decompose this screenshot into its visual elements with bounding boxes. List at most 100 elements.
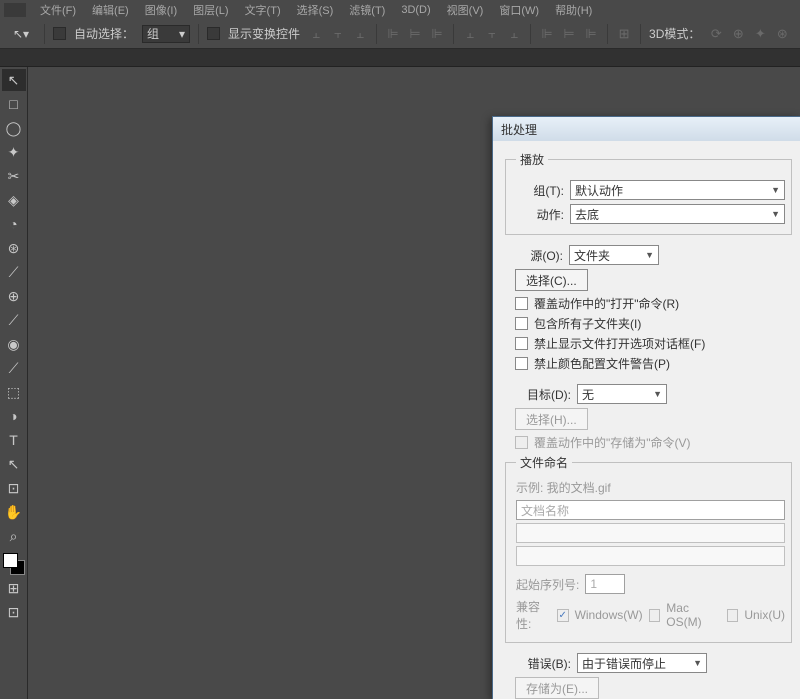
source-choose-button[interactable]: 选择(C)... — [515, 269, 588, 291]
suppress-color-checkbox[interactable] — [515, 357, 528, 370]
naming-field-2 — [516, 523, 785, 543]
shape-tool[interactable]: ⊡ — [2, 477, 26, 499]
menu-layer[interactable]: 图层(L) — [185, 2, 236, 18]
compat-windows-checkbox: ✓ — [557, 609, 569, 622]
pen-tool[interactable]: ◑ — [2, 405, 26, 427]
align-bottom-icon[interactable]: ⫠ — [352, 26, 368, 42]
divider — [607, 24, 608, 44]
stamp-tool[interactable]: ⟋ — [2, 261, 26, 283]
show-transform-checkbox[interactable] — [207, 27, 220, 40]
menu-3d[interactable]: 3D(D) — [393, 4, 438, 16]
play-legend: 播放 — [516, 151, 548, 168]
dist-top-icon[interactable]: ⫠ — [462, 26, 478, 42]
magic-wand-tool[interactable]: ✦ — [2, 141, 26, 163]
auto-select-checkbox[interactable] — [53, 27, 66, 40]
eyedropper-tool[interactable]: ◈ — [2, 189, 26, 211]
target-combo[interactable]: 无▼ — [577, 384, 667, 404]
3d-scale-icon[interactable]: ⊛ — [774, 26, 790, 42]
quick-mask-tool[interactable]: ⊞ — [2, 577, 26, 599]
suppress-open-checkbox[interactable] — [515, 337, 528, 350]
tools-panel: ↖ □ ◯ ✦ ✂ ◈ ◔ ⊛ ⟋ ⊕ ⟋ ◉ ⟋ ⬚ ◑ T ↖ ⊡ ✋ ⌕ … — [0, 67, 28, 699]
align-right-icon[interactable]: ⊫ — [429, 26, 445, 42]
align-icons: ⫠ ⫟ ⫠ — [308, 26, 368, 42]
dist-right-icon[interactable]: ⊫ — [583, 26, 599, 42]
auto-select-combo[interactable]: 组▾ — [142, 25, 190, 43]
action-combo[interactable]: 去底▼ — [570, 204, 785, 224]
source-combo[interactable]: 文件夹▼ — [569, 245, 659, 265]
set-label: 组(T): — [516, 182, 564, 199]
3d-pan-icon[interactable]: ⊕ — [730, 26, 746, 42]
brush-tool[interactable]: ⊛ — [2, 237, 26, 259]
menu-image[interactable]: 图像(I) — [137, 2, 185, 18]
foreground-color[interactable] — [3, 553, 18, 568]
menu-select[interactable]: 选择(S) — [289, 2, 342, 18]
options-bar: ↖▾ 自动选择： 组▾ 显示变换控件 ⫠ ⫟ ⫠ ⊫ ⊨ ⊫ ⫠ ⫟ ⫠ ⊫ ⊨… — [0, 19, 800, 49]
start-serial-label: 起始序列号: — [516, 576, 579, 593]
play-group: 播放 组(T): 默认动作▼ 动作: 去底▼ — [505, 151, 792, 235]
rect-marquee-tool[interactable]: □ — [2, 93, 26, 115]
blur-tool[interactable]: ⟋ — [2, 357, 26, 379]
distribute-icons: ⫠ ⫟ ⫠ — [462, 26, 522, 42]
chevron-down-icon: ▼ — [653, 389, 662, 399]
type-tool[interactable]: T — [2, 429, 26, 451]
align-left-icon[interactable]: ⊫ — [385, 26, 401, 42]
compat-mac-checkbox — [649, 609, 661, 622]
set-combo[interactable]: 默认动作▼ — [570, 180, 785, 200]
override-save-label: 覆盖动作中的"存储为"命令(V) — [534, 434, 691, 451]
override-open-checkbox[interactable] — [515, 297, 528, 310]
menu-file[interactable]: 文件(F) — [32, 2, 84, 18]
healing-tool[interactable]: ◔ — [2, 213, 26, 235]
gradient-tool[interactable]: ◉ — [2, 333, 26, 355]
menu-help[interactable]: 帮助(H) — [547, 2, 600, 18]
hand-tool[interactable]: ✋ — [2, 501, 26, 523]
chevron-down-icon: ▼ — [771, 185, 780, 195]
dist-hcenter-icon[interactable]: ⊨ — [561, 26, 577, 42]
dialog-title[interactable]: 批处理 — [493, 117, 800, 141]
color-swatch[interactable] — [3, 553, 25, 575]
divider — [376, 24, 377, 44]
auto-select-label: 自动选择： — [74, 25, 134, 42]
menu-view[interactable]: 视图(V) — [439, 2, 492, 18]
screen-mode-tool[interactable]: ⊡ — [2, 601, 26, 623]
app-logo — [4, 3, 26, 17]
file-naming-group: 文件命名 示例: 我的文档.gif 文档名称 起始序列号: 1 兼容性: ✓Wi… — [505, 454, 792, 643]
move-tool-indicator[interactable]: ↖▾ — [6, 24, 36, 44]
move-tool[interactable]: ↖ — [2, 69, 26, 91]
zoom-tool[interactable]: ⌕ — [2, 525, 26, 547]
3d-orbit-icon[interactable]: ⟳ — [708, 26, 724, 42]
compat-unix-label: Unix(U) — [744, 608, 785, 622]
file-naming-legend: 文件命名 — [516, 454, 572, 471]
history-brush-tool[interactable]: ⊕ — [2, 285, 26, 307]
dist-vcenter-icon[interactable]: ⫟ — [484, 26, 500, 42]
lasso-tool[interactable]: ◯ — [2, 117, 26, 139]
compat-label: 兼容性: — [516, 598, 551, 632]
chevron-down-icon: ▼ — [693, 658, 702, 668]
crop-tool[interactable]: ✂ — [2, 165, 26, 187]
divider — [44, 24, 45, 44]
example-label: 示例: 我的文档.gif — [516, 479, 785, 496]
menu-type[interactable]: 文字(T) — [237, 2, 289, 18]
3d-slide-icon[interactable]: ✦ — [752, 26, 768, 42]
align-top-icon[interactable]: ⫠ — [308, 26, 324, 42]
eraser-tool[interactable]: ⟋ — [2, 309, 26, 331]
menu-filter[interactable]: 滤镜(T) — [341, 2, 393, 18]
include-subfolders-checkbox[interactable] — [515, 317, 528, 330]
error-saveas-button: 存储为(E)... — [515, 677, 599, 699]
menu-window[interactable]: 窗口(W) — [491, 2, 547, 18]
dist-bottom-icon[interactable]: ⫠ — [506, 26, 522, 42]
suppress-open-label: 禁止显示文件打开选项对话框(F) — [534, 335, 705, 352]
menu-edit[interactable]: 编辑(E) — [84, 2, 137, 18]
align-hcenter-icon[interactable]: ⊨ — [407, 26, 423, 42]
compat-windows-label: Windows(W) — [575, 608, 643, 622]
error-combo[interactable]: 由于错误而停止▼ — [577, 653, 707, 673]
batch-dialog: 批处理 播放 组(T): 默认动作▼ 动作: 去底▼ 源(O): 文件夹▼ 选择… — [492, 116, 800, 699]
auto-align-icon[interactable]: ⊞ — [616, 26, 632, 42]
align-vcenter-icon[interactable]: ⫟ — [330, 26, 346, 42]
naming-field-3 — [516, 546, 785, 566]
compat-unix-checkbox — [727, 609, 739, 622]
start-serial-field: 1 — [585, 574, 625, 594]
compat-mac-label: Mac OS(M) — [666, 601, 720, 629]
path-select-tool[interactable]: ↖ — [2, 453, 26, 475]
dist-left-icon[interactable]: ⊫ — [539, 26, 555, 42]
dodge-tool[interactable]: ⬚ — [2, 381, 26, 403]
